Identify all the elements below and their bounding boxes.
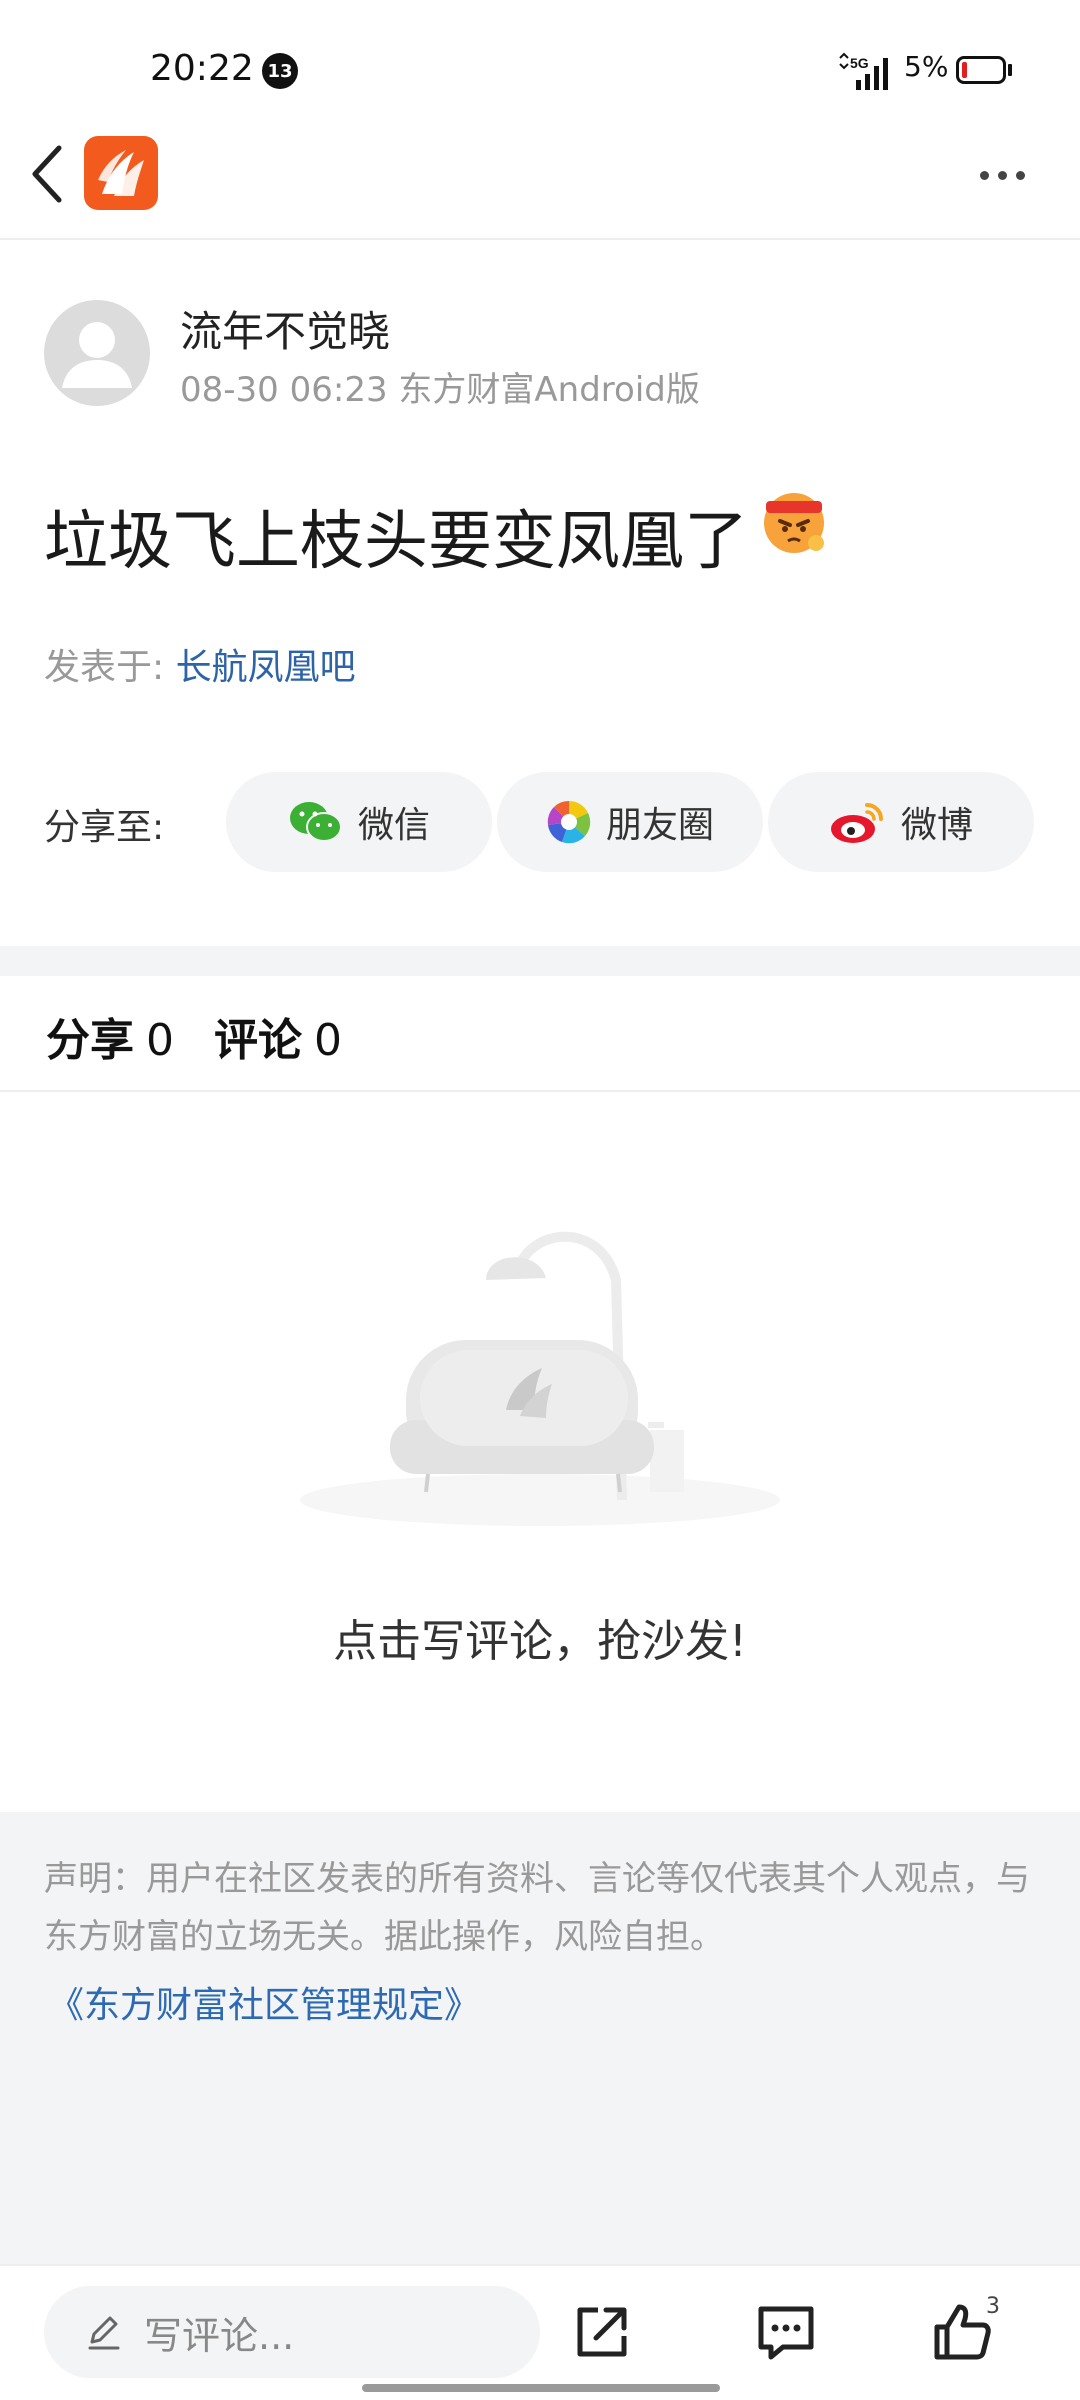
share-moments-label: 朋友圈 (605, 805, 714, 846)
disclaimer-text: 声明：用户在社区发表的所有资料、言论等仅代表其个人观点，与东方财富的立场无关。据… (44, 1859, 1030, 1957)
share-external-icon (577, 2307, 627, 2357)
more-options-button[interactable] (970, 150, 1034, 200)
section-divider (0, 946, 1080, 976)
status-time: 20:22 (150, 48, 254, 89)
home-indicator[interactable] (362, 2384, 720, 2392)
post-meta: 08-30 06:23 东方财富Android版 (180, 370, 700, 410)
svg-text:5G: 5G (850, 55, 869, 71)
community-rules-link[interactable]: 《东方财富社区管理规定》 (48, 1976, 480, 2028)
comment-input[interactable]: 写评论... (44, 2286, 540, 2378)
share-moments-button[interactable]: 朋友圈 (497, 772, 763, 872)
more-dot (997, 170, 1007, 180)
comment-button[interactable] (750, 2296, 822, 2368)
battery-percent: 5% (904, 50, 949, 83)
share-label: 分享至: (44, 807, 165, 848)
more-dot (979, 170, 989, 180)
share-button[interactable] (566, 2296, 638, 2368)
angry-headband-emoji-icon (764, 493, 824, 553)
post-title: 垃圾飞上枝头要变凤凰了 (44, 490, 830, 582)
empty-state-text[interactable]: 点击写评论，抢沙发! (0, 1605, 1080, 1669)
counts-tabs: 分享 0 评论 0 (46, 1004, 342, 1068)
posted-in-label: 发表于: (44, 647, 176, 688)
thumbs-up-icon (934, 2304, 991, 2360)
back-button[interactable] (22, 138, 72, 210)
author-name[interactable]: 流年不觉晓 (180, 298, 390, 359)
user-placeholder-icon (62, 322, 132, 388)
weibo-icon (830, 803, 883, 843)
more-dot (1015, 170, 1025, 180)
eastmoney-logo-icon (98, 150, 144, 196)
comment-count: 0 (314, 1015, 342, 1066)
divider (0, 1090, 1080, 1092)
comment-placeholder: 写评论... (144, 2313, 295, 2358)
chevron-left-icon (32, 145, 62, 203)
share-weibo-label: 微博 (900, 805, 973, 846)
share-wechat-label: 微信 (357, 805, 430, 846)
tab-share[interactable]: 分享 0 (46, 1004, 174, 1068)
wechat-icon (289, 802, 342, 842)
share-wechat-button[interactable]: 微信 (226, 772, 492, 872)
divider (0, 238, 1080, 240)
avatar[interactable] (44, 300, 150, 406)
notification-badge: 13 (262, 53, 298, 89)
signal-icon: 5G (839, 52, 888, 90)
moments-icon (547, 800, 591, 844)
share-count: 0 (146, 1015, 174, 1066)
comment-count-label: 评论 (214, 1015, 302, 1066)
posted-in: 发表于: 长航凤凰吧 (44, 638, 356, 690)
post-title-text: 垃圾飞上枝头要变凤凰了 (44, 505, 748, 579)
pen-icon (88, 2316, 120, 2350)
comment-bubble-icon (758, 2306, 814, 2360)
share-count-label: 分享 (46, 1015, 134, 1066)
empty-sofa-illustration (300, 1231, 780, 1526)
app-logo[interactable] (84, 136, 158, 210)
battery-tip (1008, 64, 1012, 76)
tab-comment[interactable]: 评论 0 (214, 1004, 342, 1068)
like-count: 3 (986, 2294, 1000, 2319)
forum-link[interactable]: 长航凤凰吧 (176, 647, 356, 688)
share-weibo-button[interactable]: 微博 (768, 772, 1034, 872)
battery-icon (956, 56, 1006, 84)
